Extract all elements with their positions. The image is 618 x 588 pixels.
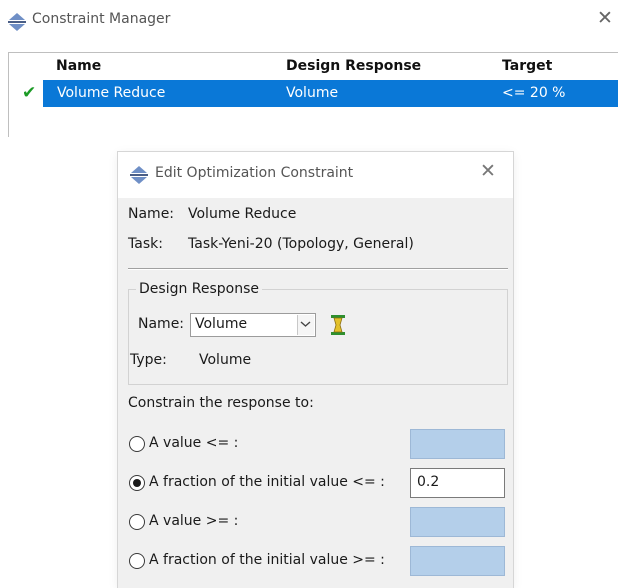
name-value: Volume Reduce bbox=[188, 206, 297, 222]
dialog-close-icon[interactable]: ✕ bbox=[480, 162, 496, 181]
abaqus-app-icon bbox=[8, 13, 26, 31]
constraint-table: Name Design Response Target ✔ Volume Red… bbox=[8, 52, 618, 137]
design-response-group-title: Design Response bbox=[136, 281, 263, 297]
option-value-ge-label[interactable]: A value >= : bbox=[149, 513, 238, 529]
constraint-manager-titlebar: Constraint Manager ✕ bbox=[0, 0, 618, 44]
design-response-selected: Volume bbox=[195, 316, 248, 332]
constraint-manager-title: Constraint Manager bbox=[32, 11, 171, 27]
column-header-target[interactable]: Target bbox=[502, 58, 552, 74]
type-label: Type: bbox=[130, 352, 167, 368]
edit-constraint-dialog: Edit Optimization Constraint ✕ Name: Vol… bbox=[118, 152, 513, 588]
checkmark-icon: ✔ bbox=[22, 83, 37, 103]
design-response-group bbox=[128, 289, 508, 385]
divider bbox=[128, 268, 508, 270]
radio-fraction-le[interactable] bbox=[129, 475, 145, 491]
abaqus-app-icon bbox=[130, 166, 148, 184]
fraction-le-value: 0.2 bbox=[417, 474, 440, 490]
dialog-titlebar: Edit Optimization Constraint ✕ bbox=[118, 152, 513, 198]
radio-value-le[interactable] bbox=[129, 436, 145, 452]
name-label: Name: bbox=[128, 206, 175, 222]
response-name-label: Name: bbox=[138, 316, 185, 332]
row-design-response-cell: Volume bbox=[286, 85, 339, 101]
fraction-ge-field[interactable] bbox=[410, 546, 505, 576]
option-value-le-label[interactable]: A value <= : bbox=[149, 435, 238, 451]
dialog-body: Name: Volume Reduce Task: Task-Yeni-20 (… bbox=[118, 198, 513, 588]
row-name-cell: Volume Reduce bbox=[57, 85, 166, 101]
design-response-create-icon[interactable] bbox=[328, 314, 348, 336]
row-target-cell: <= 20 % bbox=[502, 85, 566, 101]
constraint-table-header: Name Design Response Target bbox=[9, 53, 618, 79]
design-response-select[interactable]: Volume bbox=[190, 313, 316, 337]
value-ge-field[interactable] bbox=[410, 507, 505, 537]
column-header-name[interactable]: Name bbox=[56, 58, 101, 74]
constrain-label: Constrain the response to: bbox=[128, 395, 314, 411]
table-row[interactable]: ✔ Volume Reduce Volume <= 20 % bbox=[9, 80, 618, 107]
task-label: Task: bbox=[128, 236, 163, 252]
task-value: Task-Yeni-20 (Topology, General) bbox=[188, 236, 414, 252]
fraction-le-field[interactable]: 0.2 bbox=[410, 468, 505, 498]
constraint-manager-close-icon[interactable]: ✕ bbox=[597, 9, 613, 28]
column-header-design-response[interactable]: Design Response bbox=[286, 58, 421, 74]
type-value: Volume bbox=[199, 352, 252, 368]
option-fraction-le-label[interactable]: A fraction of the initial value <= : bbox=[149, 474, 385, 490]
chevron-down-icon[interactable] bbox=[297, 315, 314, 335]
value-le-field[interactable] bbox=[410, 429, 505, 459]
option-fraction-ge-label[interactable]: A fraction of the initial value >= : bbox=[149, 552, 385, 568]
radio-value-ge[interactable] bbox=[129, 514, 145, 530]
dialog-title: Edit Optimization Constraint bbox=[155, 165, 354, 181]
radio-fraction-ge[interactable] bbox=[129, 553, 145, 569]
